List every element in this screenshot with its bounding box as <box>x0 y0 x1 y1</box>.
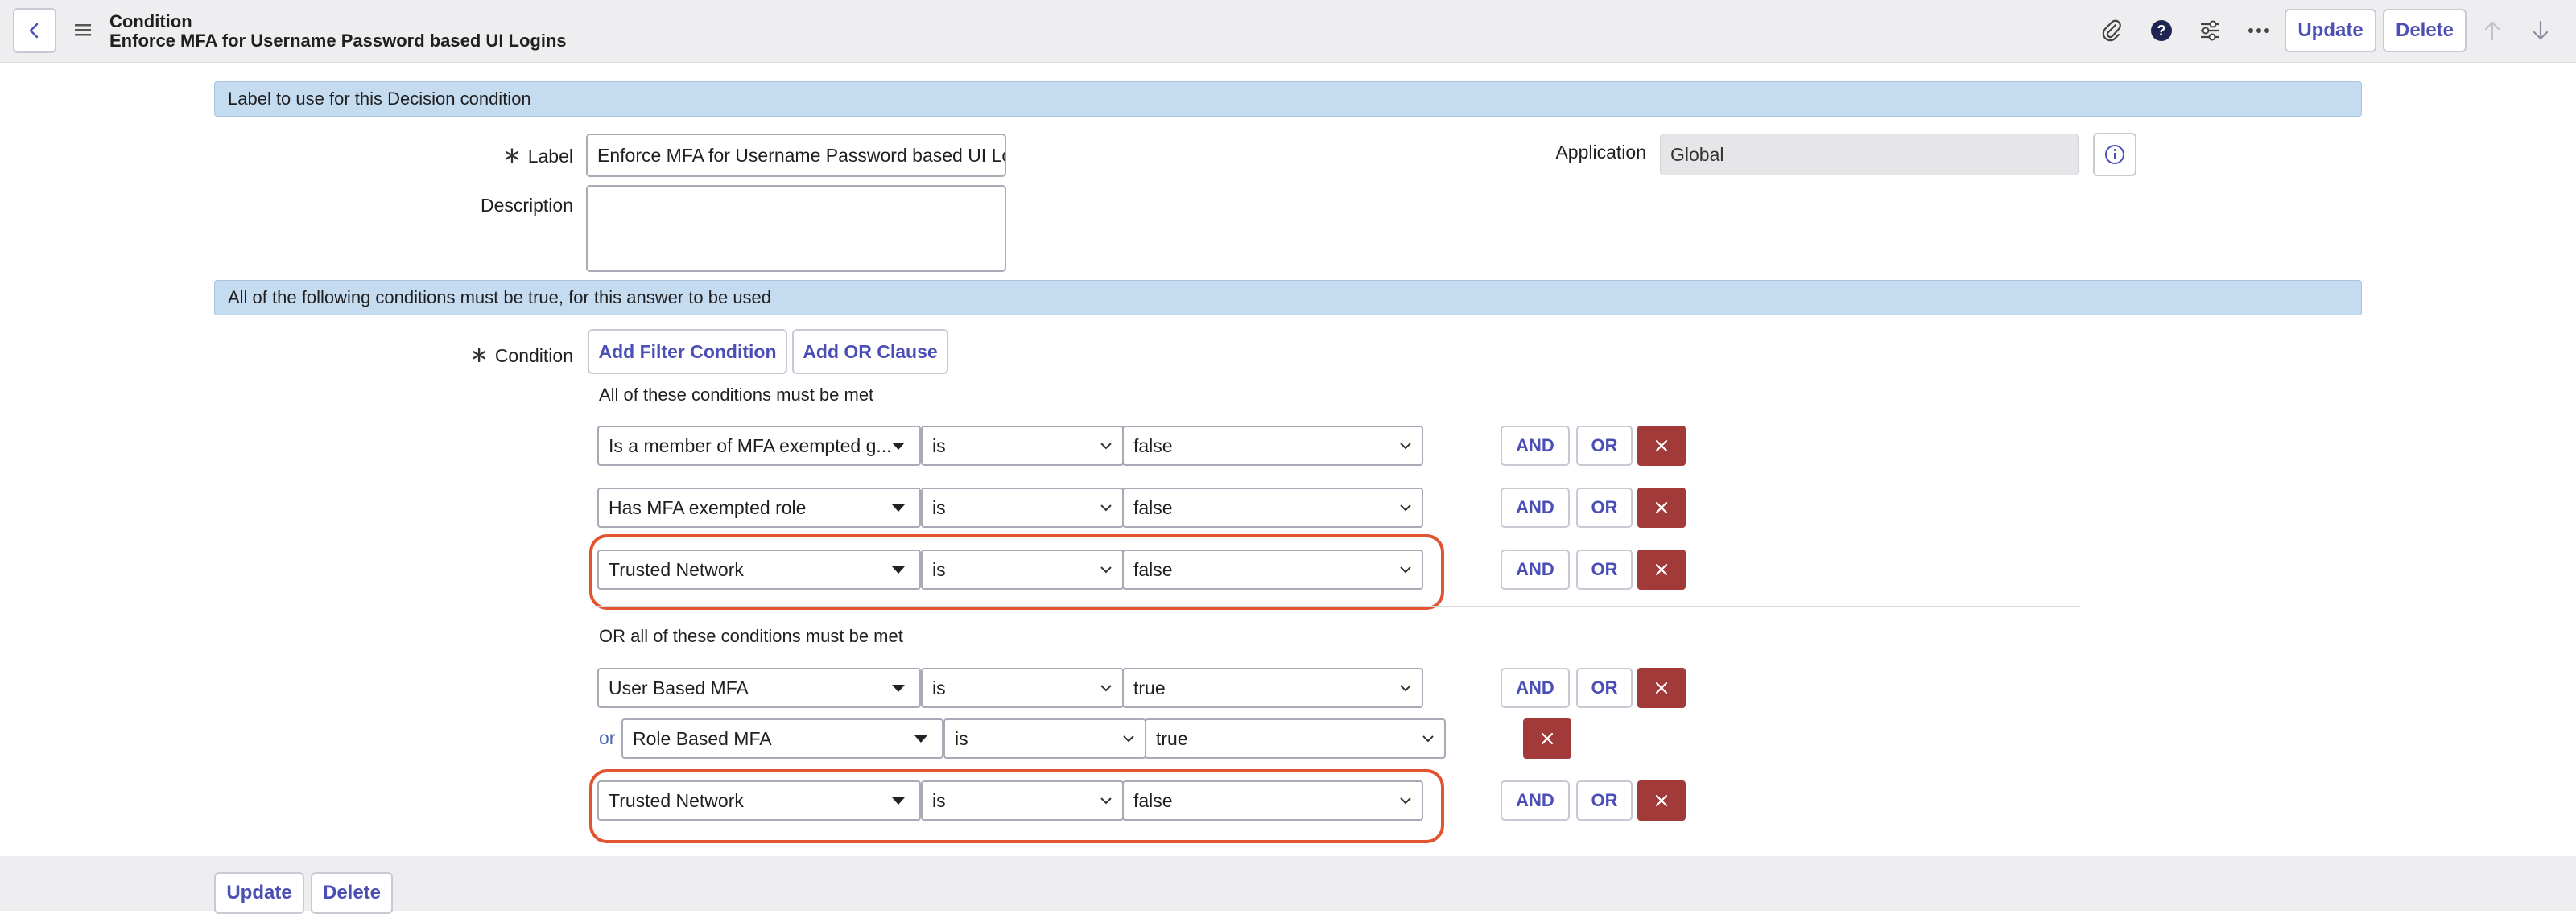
and-button[interactable]: AND <box>1501 780 1570 821</box>
and-button[interactable]: AND <box>1501 668 1570 708</box>
close-icon <box>1655 439 1668 452</box>
chevron-down-icon <box>1399 504 1412 512</box>
chevron-down-icon <box>1100 684 1113 692</box>
chevron-down-icon <box>1399 442 1412 450</box>
chevron-down-icon <box>1422 735 1435 743</box>
caret-down-icon <box>892 442 905 450</box>
delete-condition-button[interactable] <box>1637 668 1686 708</box>
condition-value-select[interactable]: true <box>1145 718 1446 759</box>
condition-operator-select[interactable]: is <box>921 426 1124 466</box>
condition-field-select[interactable]: Has MFA exempted role <box>597 488 921 528</box>
condition-row: Has MFA exempted role is false AND OR <box>0 488 2576 528</box>
close-icon <box>1655 794 1668 807</box>
condition-value-select[interactable]: false <box>1122 550 1423 590</box>
application-readonly-field: Global <box>1660 134 2079 175</box>
required-asterisk-icon: ∗ <box>469 342 489 367</box>
close-icon <box>1655 681 1668 694</box>
more-options-icon[interactable] <box>2243 14 2275 47</box>
previous-record-arrow-icon[interactable] <box>2476 14 2508 47</box>
chevron-down-icon <box>1100 566 1113 574</box>
condition-field-select[interactable]: Trusted Network <box>597 780 921 821</box>
condition-field-select[interactable]: Trusted Network <box>597 550 921 590</box>
chevron-left-icon <box>29 23 39 39</box>
page-title: Condition <box>109 11 192 31</box>
footer-update-button[interactable]: Update <box>214 872 304 914</box>
next-record-arrow-icon[interactable] <box>2524 14 2557 47</box>
or-button[interactable]: OR <box>1576 488 1633 528</box>
condition-or-row: or Role Based MFA is true <box>0 718 2576 759</box>
chevron-down-icon <box>1399 566 1412 574</box>
condition-row: Is a member of MFA exempted g... is fals… <box>0 426 2576 466</box>
or-button[interactable]: OR <box>1576 550 1633 590</box>
delete-condition-button[interactable] <box>1637 488 1686 528</box>
svg-text:?: ? <box>2157 23 2166 39</box>
condition-operator-select[interactable]: is <box>921 550 1124 590</box>
group-divider <box>597 606 2080 607</box>
section-banner-conditions: All of the following conditions must be … <box>214 280 2362 315</box>
label-input[interactable]: Enforce MFA for Username Password based … <box>586 134 1006 177</box>
delete-condition-button[interactable] <box>1637 780 1686 821</box>
or-button[interactable]: OR <box>1576 426 1633 466</box>
condition-operator-select[interactable]: is <box>921 668 1124 708</box>
condition-row: Trusted Network is false AND OR <box>0 780 2576 821</box>
condition-value-select[interactable]: false <box>1122 780 1423 821</box>
condition-value-select[interactable]: false <box>1122 426 1423 466</box>
condition-operator-select[interactable]: is <box>921 488 1124 528</box>
chevron-down-icon <box>1122 735 1135 743</box>
update-button[interactable]: Update <box>2285 9 2376 52</box>
condition-operator-select[interactable]: is <box>921 780 1124 821</box>
condition-value-select[interactable]: true <box>1122 668 1423 708</box>
delete-condition-button[interactable] <box>1637 426 1686 466</box>
add-filter-condition-button[interactable]: Add Filter Condition <box>588 329 787 374</box>
and-button[interactable]: AND <box>1501 426 1570 466</box>
condition-group-heading: OR all of these conditions must be met <box>599 626 903 646</box>
or-button[interactable]: OR <box>1576 668 1633 708</box>
application-info-button[interactable] <box>2093 133 2136 176</box>
chevron-down-icon <box>1100 797 1113 805</box>
chevron-down-icon <box>1100 504 1113 512</box>
condition-field-label: ∗ Condition <box>469 342 573 367</box>
and-button[interactable]: AND <box>1501 550 1570 590</box>
condition-field-select[interactable]: Role Based MFA <box>621 718 943 759</box>
hamburger-menu-icon[interactable] <box>71 18 95 42</box>
caret-down-icon <box>892 566 905 574</box>
caret-down-icon <box>892 797 905 805</box>
caret-down-icon <box>892 504 905 512</box>
label-field-label: ∗ Label <box>502 142 573 167</box>
condition-value-select[interactable]: false <box>1122 488 1423 528</box>
delete-button[interactable]: Delete <box>2383 9 2467 52</box>
condition-group-heading: All of these conditions must be met <box>599 385 874 405</box>
close-icon <box>1655 501 1668 514</box>
settings-sliders-icon[interactable] <box>2194 14 2226 47</box>
condition-field-select[interactable]: User Based MFA <box>597 668 921 708</box>
and-button[interactable]: AND <box>1501 488 1570 528</box>
chevron-down-icon <box>1100 442 1113 450</box>
chevron-down-icon <box>1399 797 1412 805</box>
add-or-clause-button[interactable]: Add OR Clause <box>792 329 948 374</box>
caret-down-icon <box>914 735 927 743</box>
condition-field-select[interactable]: Is a member of MFA exempted g... <box>597 426 921 466</box>
close-icon <box>1655 563 1668 576</box>
or-button[interactable]: OR <box>1576 780 1633 821</box>
description-textarea[interactable] <box>586 185 1006 272</box>
close-icon <box>1541 732 1554 745</box>
condition-row: User Based MFA is true AND OR <box>0 668 2576 708</box>
delete-condition-button[interactable] <box>1523 718 1571 759</box>
or-prefix-label: or <box>599 727 616 748</box>
condition-operator-select[interactable]: is <box>943 718 1146 759</box>
delete-condition-button[interactable] <box>1637 550 1686 590</box>
section-banner-label: Label to use for this Decision condition <box>214 81 2362 117</box>
info-icon <box>2105 145 2124 164</box>
application-field-label: Application <box>1555 142 1646 163</box>
attachment-icon[interactable] <box>2096 14 2128 47</box>
condition-row: Trusted Network is false AND OR <box>0 550 2576 590</box>
back-button[interactable] <box>13 8 56 53</box>
chevron-down-icon <box>1399 684 1412 692</box>
description-field-label: Description <box>480 195 573 216</box>
caret-down-icon <box>892 684 905 692</box>
footer-delete-button[interactable]: Delete <box>311 872 393 914</box>
help-icon[interactable]: ? <box>2145 14 2178 47</box>
record-title: Enforce MFA for Username Password based … <box>109 31 567 51</box>
required-asterisk-icon: ∗ <box>502 142 522 167</box>
